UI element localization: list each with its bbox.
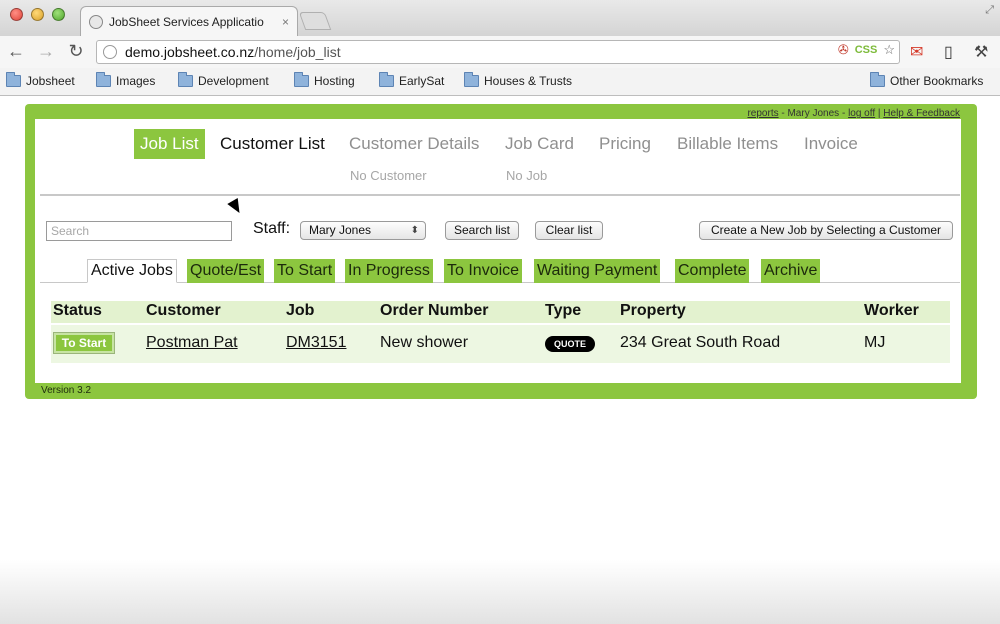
staff-select[interactable]: Mary Jones ⬍ <box>300 221 426 240</box>
zoom-window-button[interactable] <box>52 8 65 21</box>
nav-billable-items[interactable]: Billable Items <box>671 129 784 159</box>
folder-icon <box>6 72 21 87</box>
job-link[interactable]: DM3151 <box>286 334 346 352</box>
user-links: reports - Mary Jones - log off | Help & … <box>747 108 960 119</box>
folder-icon <box>379 72 394 87</box>
tab-waiting-payment[interactable]: Waiting Payment <box>534 259 661 283</box>
back-icon[interactable]: ← <box>6 41 26 61</box>
search-input[interactable] <box>46 221 232 241</box>
nav-invoice[interactable]: Invoice <box>798 129 864 159</box>
logoff-link[interactable]: log off <box>848 108 875 119</box>
tab-complete[interactable]: Complete <box>675 259 750 283</box>
gmail-icon[interactable]: ✉ <box>910 42 923 62</box>
bookmark-folder[interactable]: Development <box>178 72 269 88</box>
tab-title: JobSheet Services Applicatio <box>109 14 264 29</box>
folder-icon <box>870 72 885 87</box>
status-badge[interactable]: To Start <box>53 332 115 354</box>
extension-phone-icon[interactable]: ▯ <box>944 42 953 62</box>
column-header-order-number: Order Number <box>380 302 489 319</box>
help-feedback-link[interactable]: Help & Feedback <box>883 108 960 119</box>
forward-icon[interactable]: → <box>36 41 56 61</box>
address-bar[interactable]: demo.jobsheet.co.nz/home/job_list ✇ CSS … <box>96 40 900 64</box>
column-header-customer: Customer <box>146 302 221 319</box>
order-number-cell: New shower <box>380 334 469 351</box>
worker-cell: MJ <box>864 334 886 351</box>
folder-icon <box>96 72 111 87</box>
browser-tab[interactable]: JobSheet Services Applicatio × <box>80 6 298 36</box>
nav-job-list[interactable]: Job List <box>134 129 205 159</box>
tab-to-invoice[interactable]: To Invoice <box>444 259 523 283</box>
reports-link[interactable]: reports <box>747 108 778 119</box>
nav-divider <box>40 194 960 196</box>
close-window-button[interactable] <box>10 8 23 21</box>
bookmark-folder[interactable]: Images <box>96 72 155 88</box>
page-bottom-shade <box>0 560 1000 624</box>
tab-close-icon[interactable]: × <box>282 15 289 29</box>
staff-label: Staff: <box>253 220 291 237</box>
search-list-button[interactable]: Search list <box>445 221 519 240</box>
fullscreen-icon[interactable]: ⤢ <box>985 4 994 17</box>
wrench-icon[interactable]: ⚒ <box>974 42 988 62</box>
no-job-label: No Job <box>506 168 548 183</box>
tab-to-start[interactable]: To Start <box>274 259 336 283</box>
url-text: demo.jobsheet.co.nz/home/job_list <box>125 44 341 60</box>
staff-selected-value: Mary Jones <box>309 223 372 237</box>
folder-icon <box>464 72 479 87</box>
tab-in-progress[interactable]: In Progress <box>345 259 433 283</box>
select-arrows-icon: ⬍ <box>410 225 419 236</box>
tab-active-jobs[interactable]: Active Jobs <box>87 259 177 283</box>
nav-customer-list[interactable]: Customer List <box>214 129 331 159</box>
browser-toolbar: ← → ↻ demo.jobsheet.co.nz/home/job_list … <box>0 36 1000 68</box>
column-header-status: Status <box>53 302 102 319</box>
customer-link[interactable]: Postman Pat <box>146 334 238 352</box>
version-label: Version 3.2 <box>41 385 92 396</box>
tab-archive[interactable]: Archive <box>761 259 821 283</box>
current-user-label: - Mary Jones - <box>778 108 849 119</box>
bookmarks-bar: Jobsheet Images Development Hosting Earl… <box>0 68 1000 96</box>
nav-job-card[interactable]: Job Card <box>499 129 580 159</box>
create-new-job-button[interactable]: Create a New Job by Selecting a Customer <box>699 221 953 240</box>
bookmark-folder[interactable]: Jobsheet <box>6 72 75 88</box>
page-info-icon[interactable] <box>103 45 117 59</box>
bookmark-folder[interactable]: Hosting <box>294 72 355 88</box>
folder-icon <box>178 72 193 87</box>
minimize-window-button[interactable] <box>31 8 44 21</box>
other-bookmarks-folder[interactable]: Other Bookmarks <box>870 72 983 88</box>
bookmark-folder[interactable]: Houses & Trusts <box>464 72 572 88</box>
no-customer-label: No Customer <box>350 168 427 183</box>
folder-icon <box>294 72 309 87</box>
column-header-type: Type <box>545 302 582 319</box>
column-header-property: Property <box>620 302 686 319</box>
tab-quote-est[interactable]: Quote/Est <box>187 259 265 283</box>
type-badge: QUOTE <box>545 336 595 352</box>
clear-list-button[interactable]: Clear list <box>535 221 603 240</box>
extension-icon[interactable]: ✇ <box>838 42 849 58</box>
column-header-worker: Worker <box>864 302 919 319</box>
nav-pricing[interactable]: Pricing <box>593 129 657 159</box>
property-cell: 234 Great South Road <box>620 334 781 351</box>
column-header-job: Job <box>286 302 315 319</box>
page-favicon-icon <box>89 14 103 29</box>
browser-titlebar: JobSheet Services Applicatio × ⤢ <box>0 0 1000 36</box>
new-tab-button[interactable] <box>298 12 332 30</box>
reload-icon[interactable]: ↻ <box>66 41 86 61</box>
css-extension-icon[interactable]: CSS <box>855 44 878 56</box>
nav-customer-details[interactable]: Customer Details <box>343 129 485 159</box>
bookmark-folder[interactable]: EarlySat <box>379 72 444 88</box>
bookmark-star-icon[interactable]: ☆ <box>883 42 895 58</box>
